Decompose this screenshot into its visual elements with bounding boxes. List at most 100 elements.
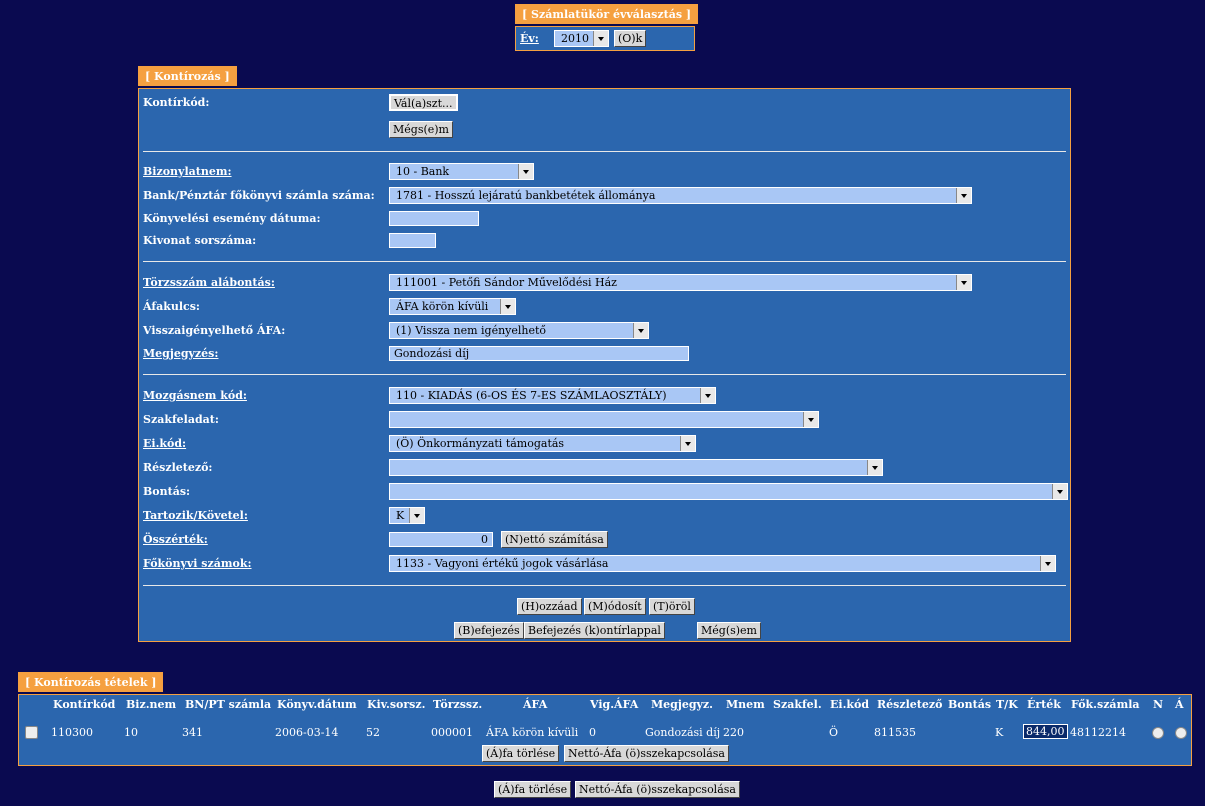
- befejezes-button[interactable]: (B)efejezés: [454, 622, 524, 639]
- divider: [143, 585, 1066, 586]
- osszertek-label: Összérték:: [143, 533, 208, 546]
- table-cell: Gondozási díj: [645, 726, 721, 739]
- chevron-down-icon: [680, 436, 695, 451]
- chevron-down-icon: [1040, 556, 1055, 571]
- tk-select[interactable]: K: [389, 507, 425, 524]
- column-header: Ei.kód: [830, 698, 870, 711]
- kontirozas-panel: Kontírkód: Vál(a)szt... Mégs(e)m Bizonyl…: [138, 88, 1071, 642]
- table-cell: 110300: [51, 726, 93, 739]
- column-header: Mnem: [726, 698, 765, 711]
- ok-button[interactable]: (O)k: [614, 30, 647, 47]
- kivonat-input[interactable]: [389, 233, 436, 248]
- bizonylatnem-select[interactable]: 10 - Bank: [389, 163, 534, 180]
- year-label: Év:: [520, 32, 539, 45]
- chevron-down-icon: [803, 412, 818, 427]
- table-cell: 10: [124, 726, 138, 739]
- divider: [143, 261, 1066, 262]
- fokonyvi-select[interactable]: 1133 - Vagyoni értékű jogok vásárlása: [389, 555, 1056, 572]
- visszaig-label: Visszaigényelhető ÁFA:: [143, 324, 286, 337]
- szakfeladat-select[interactable]: [389, 411, 819, 428]
- column-header: Á: [1175, 698, 1184, 711]
- bottom-netto-afa-button[interactable]: Nettó-Áfa (ö)sszekapcsolása: [575, 781, 740, 798]
- divider: [143, 374, 1066, 375]
- netto-button[interactable]: (N)ettó számítása: [501, 531, 608, 548]
- column-header: Fők.számla: [1071, 698, 1140, 711]
- column-header: N: [1153, 698, 1164, 711]
- datum-input[interactable]: [389, 211, 479, 226]
- bizonylatnem-label: Bizonylatnem:: [143, 165, 232, 178]
- kontirkod-label: Kontírkód:: [143, 96, 210, 109]
- afa-torles-button[interactable]: (Á)fa törlése: [482, 745, 560, 762]
- chevron-down-icon: [500, 299, 515, 314]
- table-cell: 52: [366, 726, 380, 739]
- fokonyvi-label: Főkönyvi számok:: [143, 557, 252, 570]
- modosit-button[interactable]: (M)ódosít: [584, 598, 646, 615]
- mozgasnem-select[interactable]: 110 - KIADÁS (6-OS ÉS 7-ES SZÁMLAOSZTÁLY…: [389, 387, 716, 404]
- torol-button[interactable]: (T)öröl: [649, 598, 695, 615]
- table-cell: ÁFA körön kívüli: [486, 726, 579, 739]
- megjegyzes-label: Megjegyzés:: [143, 347, 219, 360]
- chevron-down-icon: [409, 508, 424, 523]
- column-header: ÁFA: [523, 698, 548, 711]
- column-header: Törzssz.: [433, 698, 483, 711]
- column-header: Vig.ÁFA: [590, 698, 639, 711]
- megsem2-button[interactable]: Még(s)em: [697, 622, 761, 639]
- row-radio-a[interactable]: [1175, 727, 1187, 739]
- column-header: Kontírkód: [53, 698, 116, 711]
- chevron-down-icon: [1052, 484, 1067, 499]
- hozzaad-button[interactable]: (H)ozzáad: [517, 598, 582, 615]
- befejezes-kontirlappal-button[interactable]: Befejezés (k)ontírlappal: [524, 622, 665, 639]
- column-header: Kiv.sorsz.: [367, 698, 426, 711]
- eikod-label: Ei.kód:: [143, 437, 187, 450]
- afakulcs-select[interactable]: ÁFA körön kívüli: [389, 298, 516, 315]
- table-cell: 0: [589, 726, 596, 739]
- bontas-label: Bontás:: [143, 485, 191, 498]
- column-header: Részletező: [877, 698, 943, 711]
- bontas-select[interactable]: [389, 483, 1068, 500]
- chevron-down-icon: [956, 275, 971, 290]
- bank-select[interactable]: 1781 - Hosszú lejáratú bankbetétek állom…: [389, 187, 972, 204]
- torzsszam-select[interactable]: 111001 - Petőfi Sándor Művelődési Ház: [389, 274, 972, 291]
- osszertek-input[interactable]: 0: [389, 532, 493, 547]
- megjegyzes-input[interactable]: Gondozási díj: [389, 346, 689, 361]
- column-header: Érték: [1027, 698, 1061, 711]
- table-cell: Ö: [829, 726, 839, 739]
- afakulcs-label: Áfakulcs:: [143, 300, 200, 313]
- column-header: Megjegyz.: [651, 698, 714, 711]
- chevron-down-icon: [593, 31, 608, 46]
- netto-afa-button[interactable]: Nettó-Áfa (ö)sszekapcsolása: [564, 745, 729, 762]
- torzsszam-label: Törzsszám alábontás:: [143, 276, 275, 289]
- table-cell: K: [995, 726, 1004, 739]
- column-header: Bontás: [948, 698, 992, 711]
- table-cell: 220: [723, 726, 744, 739]
- valaszt-button[interactable]: Vál(a)szt...: [389, 94, 458, 111]
- divider: [143, 151, 1066, 152]
- row-checkbox[interactable]: [25, 726, 38, 739]
- datum-label: Könyvelési esemény dátuma:: [143, 212, 321, 225]
- table-cell: 000001: [431, 726, 473, 739]
- year-select[interactable]: 2010: [554, 30, 609, 47]
- bank-label: Bank/Pénztár főkönyvi számla száma:: [143, 189, 375, 202]
- column-header: Könyv.dátum: [277, 698, 357, 711]
- megsem-button[interactable]: Mégs(e)m: [389, 121, 453, 138]
- column-header: Biz.nem: [126, 698, 177, 711]
- year-panel-title: [ Számlatükör évválasztás ]: [515, 4, 699, 24]
- visszaig-select[interactable]: (1) Vissza nem igényelhető: [389, 322, 649, 339]
- column-header: T/K: [996, 698, 1018, 711]
- table-cell: 48112214: [1070, 726, 1126, 739]
- eikod-select[interactable]: (Ö) Önkormányzati támogatás: [389, 435, 696, 452]
- reszletezo-label: Részletező:: [143, 461, 213, 474]
- column-header: BN/PT számla: [185, 698, 272, 711]
- table-cell: 844,00: [1023, 724, 1068, 739]
- row-radio-n[interactable]: [1152, 727, 1164, 739]
- table-cell: 2006-03-14: [275, 726, 339, 739]
- chevron-down-icon: [867, 460, 882, 475]
- tetelek-panel: Kontírkód Biz.nem BN/PT számla Könyv.dátum K…: [18, 694, 1192, 766]
- chevron-down-icon: [956, 188, 971, 203]
- tetelek-title: [ Kontírozás tételek ]: [18, 672, 164, 692]
- table-cell: 811535: [874, 726, 916, 739]
- column-header: Szakfel.: [773, 698, 822, 711]
- tk-label: Tartozik/Követel:: [143, 509, 248, 522]
- reszletezo-select[interactable]: [389, 459, 883, 476]
- bottom-afa-torles-button[interactable]: (Á)fa törlése: [494, 781, 572, 798]
